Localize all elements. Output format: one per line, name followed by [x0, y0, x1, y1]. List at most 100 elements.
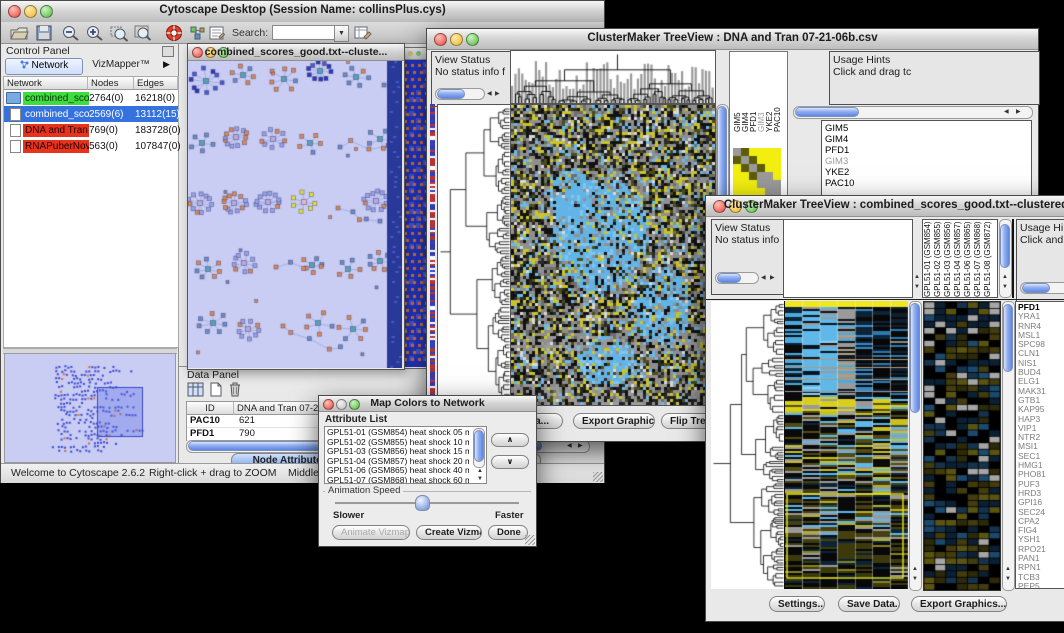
save-disk-icon[interactable] [34, 24, 54, 42]
gene-item[interactable]: PHO81 [1018, 470, 1064, 479]
gene-item[interactable]: GIM4 [825, 134, 1028, 145]
dialog-titlebar[interactable]: Map Colors to Network [319, 396, 536, 412]
gene-item[interactable]: CLN1 [1018, 349, 1064, 358]
tab-vizmapper[interactable]: VizMapper™ [83, 58, 159, 73]
gene-list-hscrollbar[interactable]: ◀ ▶ [793, 106, 1033, 119]
search-input[interactable] [272, 25, 336, 40]
col-network[interactable]: Network [4, 77, 88, 90]
scroll-down-icon[interactable]: ▼ [1005, 576, 1011, 582]
gene-item[interactable]: YRA1 [1018, 312, 1064, 321]
network-canvas[interactable] [188, 61, 402, 368]
scroll-down-icon[interactable]: ▼ [477, 476, 483, 482]
main-titlebar[interactable]: Cytoscape Desktop (Session Name: collins… [1, 1, 604, 23]
treeview-button-save-data[interactable]: Save Data... [838, 596, 900, 612]
mini-correlation-matrix-canvas[interactable] [733, 148, 781, 196]
zoom-detail-canvas[interactable] [923, 301, 1001, 591]
scroll-left-icon[interactable]: ◀ [1004, 109, 1009, 115]
gene-item[interactable]: VIP1 [1018, 424, 1064, 433]
treeview1-titlebar[interactable]: ClusterMaker TreeView : DNA and Tran 07-… [427, 29, 1038, 50]
treeview2-titlebar[interactable]: ClusterMaker TreeView : combined_scores_… [706, 196, 1064, 217]
view-status-scrollbar[interactable] [435, 88, 485, 100]
minimize-button[interactable] [408, 51, 413, 56]
scroll-up-icon[interactable]: ▲ [477, 468, 483, 474]
gene-item[interactable]: MSI1 [1018, 442, 1064, 451]
gene-list[interactable]: PFD1YRA1RNR4MSL1SPC98CLN1NIS1BUD4ELG1MAK… [1015, 301, 1064, 589]
attribute-list-item[interactable]: GPL51-01 (GSM854) heat shock 05 min [327, 428, 469, 438]
attribute-list-item[interactable]: GPL51-06 (GSM865) heat shock 40 min [327, 466, 469, 476]
document-icon[interactable] [209, 382, 223, 397]
trash-icon[interactable] [228, 381, 242, 397]
scroll-down-icon[interactable]: ▼ [1002, 284, 1008, 290]
treeview-button-export-graphics[interactable]: Export Graphics... [573, 413, 655, 429]
speed-slider-thumb[interactable] [415, 495, 430, 511]
float-panel-icon[interactable] [162, 46, 174, 57]
gene-item[interactable]: ELG1 [1018, 377, 1064, 386]
col-edges[interactable]: Edges [134, 77, 178, 90]
network-list-row[interactable]: DNA and Tran 07769(0)183728(0) [4, 122, 178, 138]
scroll-up-icon[interactable]: ▲ [1002, 274, 1008, 280]
tab-overflow-arrow[interactable]: ▶ [163, 59, 170, 70]
zoom-fit-icon[interactable] [133, 24, 153, 42]
gene-item[interactable]: GPI16 [1018, 498, 1064, 507]
col-nodes[interactable]: Nodes [88, 77, 134, 90]
network-list-row[interactable]: combined_scores2764(0)16218(0) [4, 90, 178, 106]
row-dendrogram-canvas[interactable] [437, 104, 511, 406]
scroll-up-icon[interactable]: ▲ [1005, 566, 1011, 572]
heatmap-canvas[interactable] [784, 301, 908, 589]
scroll-right-icon[interactable]: ▶ [578, 443, 583, 449]
scroll-left-icon[interactable]: ◀ [761, 275, 766, 281]
attribute-list-item[interactable]: GPL51-07 (GSM868) heat shock 60 min [327, 476, 469, 485]
gene-item[interactable]: NTR2 [1018, 433, 1064, 442]
gene-item[interactable]: PUF3 [1018, 480, 1064, 489]
resize-grip[interactable] [593, 472, 603, 482]
attribute-list[interactable]: GPL51-01 (GSM854) heat shock 05 minGPL51… [324, 426, 487, 484]
gene-item[interactable]: GIM3 [825, 156, 1028, 167]
gene-item[interactable]: PFD1 [1018, 303, 1064, 312]
treeview-button-settings[interactable]: Settings... [769, 596, 825, 612]
gene-item[interactable]: GIM5 [825, 123, 1028, 134]
gene-item[interactable]: FIG4 [1018, 526, 1064, 535]
gene-item[interactable]: HAP3 [1018, 415, 1064, 424]
attribute-list-vscrollbar[interactable] [473, 428, 485, 468]
treeview-button-export-graphics[interactable]: Export Graphics... [911, 596, 1007, 612]
column-dendrogram-canvas[interactable] [510, 50, 716, 104]
network-view-window[interactable]: combined_scores_good.txt--cluste... [187, 43, 405, 370]
zoom-selected-icon[interactable] [109, 24, 129, 42]
scroll-left-icon[interactable]: ◀ [567, 443, 572, 449]
scroll-down-icon[interactable]: ▼ [914, 284, 920, 290]
attribute-list-item[interactable]: GPL51-02 (GSM855) heat shock 10 min [327, 438, 469, 448]
gene-item[interactable]: MSL1 [1018, 331, 1064, 340]
scroll-right-icon[interactable]: ▶ [770, 275, 775, 281]
gene-item[interactable]: CPA2 [1018, 517, 1064, 526]
birdseye-overview-canvas[interactable] [4, 353, 176, 463]
scroll-right-icon[interactable]: ▶ [1016, 109, 1021, 115]
done-button[interactable]: Done [488, 525, 528, 540]
gene-item[interactable]: PAC10 [825, 178, 1028, 189]
gene-item[interactable]: HMG1 [1018, 461, 1064, 470]
map-colors-dialog[interactable]: Map Colors to Network Attribute List GPL… [318, 395, 537, 547]
network-list-row[interactable]: RNAPuberNov2+I563(0)107847(0) [4, 138, 178, 154]
gene-item[interactable]: TCB3 [1018, 573, 1064, 582]
gene-item[interactable]: NIS1 [1018, 359, 1064, 368]
gene-item[interactable]: GTB1 [1018, 396, 1064, 405]
zoom-button[interactable] [416, 51, 421, 56]
network-view-titlebar[interactable]: combined_scores_good.txt--cluste... [188, 44, 404, 61]
gene-item[interactable]: BUD4 [1018, 368, 1064, 377]
gene-item[interactable]: RPN1 [1018, 563, 1064, 572]
treeview2-window[interactable]: ClusterMaker TreeView : combined_scores_… [705, 195, 1064, 622]
gene-item[interactable]: KAP95 [1018, 405, 1064, 414]
scroll-right-icon[interactable]: ▶ [495, 91, 500, 97]
scroll-down-icon[interactable]: ▼ [912, 576, 918, 582]
tab-network[interactable]: Network [5, 58, 83, 75]
column-labels-vscrollbar[interactable]: ▲ ▼ [999, 219, 1012, 298]
search-dropdown-button[interactable]: ▼ [334, 25, 349, 42]
vizmapper-icon[interactable] [188, 24, 208, 42]
zoom-out-icon[interactable] [61, 24, 81, 42]
annotations-icon[interactable] [207, 24, 227, 42]
gene-item[interactable]: YKE2 [825, 167, 1028, 178]
gene-item[interactable]: HRD3 [1018, 489, 1064, 498]
gene-item[interactable]: YSH1 [1018, 535, 1064, 544]
scroll-up-icon[interactable]: ▲ [912, 566, 918, 572]
attribute-editor-icon[interactable] [353, 24, 373, 42]
scroll-left-icon[interactable]: ◀ [487, 91, 492, 97]
